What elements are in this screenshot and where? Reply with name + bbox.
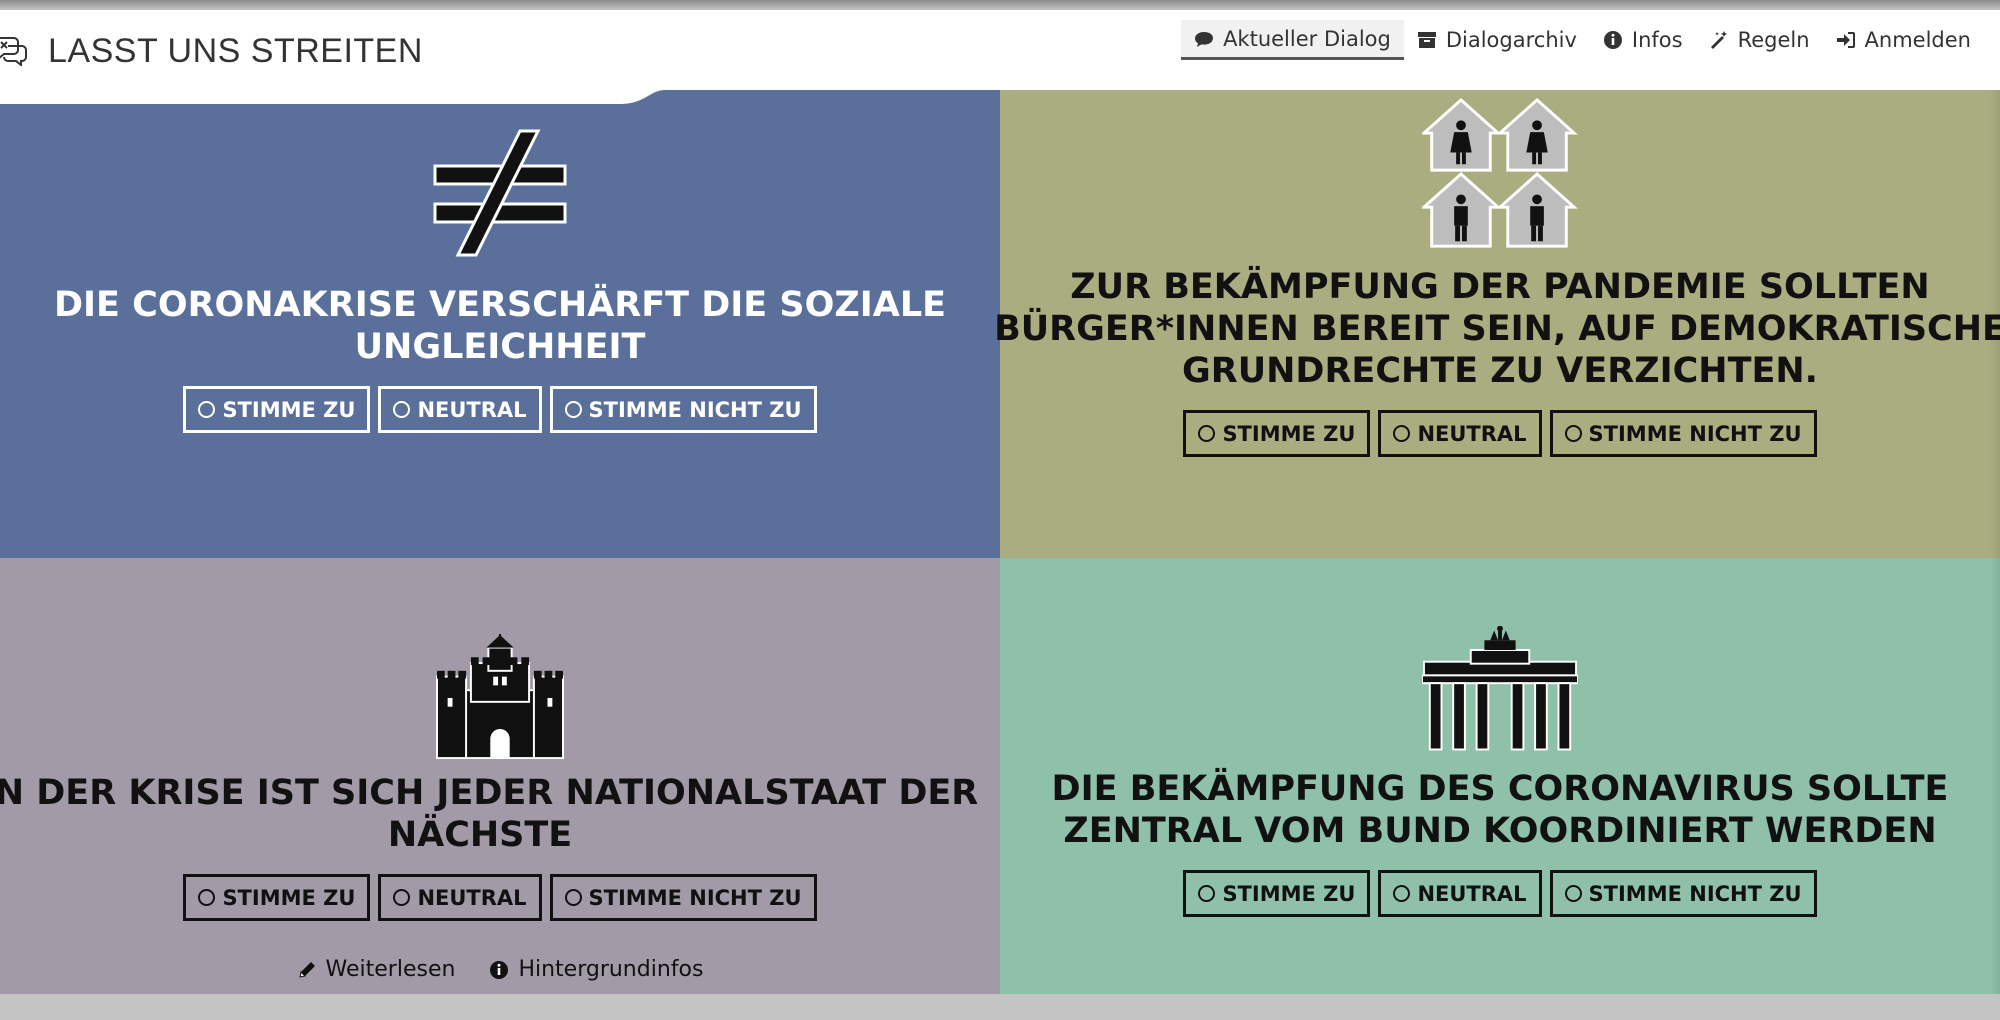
radio-circle: [1393, 425, 1411, 442]
vote-label: STIMME NICHT ZU: [1588, 421, 1802, 446]
thesis-title-line: GRUNDRECHTE ZU VERZICHTEN.: [1182, 351, 1818, 391]
vote-options: STIMME ZU NEUTRAL STIMME NICHT ZU: [183, 386, 817, 433]
radio-circle: [564, 401, 582, 418]
site-header: LASST UNS STREITEN Aktueller Dialog Dial…: [0, 10, 2000, 90]
vote-agree-button[interactable]: STIMME ZU: [183, 874, 371, 921]
vote-disagree-button[interactable]: STIMME NICHT ZU: [1549, 410, 1817, 457]
background-info-link[interactable]: Hintergrundinfos: [489, 957, 703, 982]
nav-regeln[interactable]: Regeln: [1696, 20, 1823, 60]
header-tab-notch: [0, 80, 700, 104]
radio-circle: [1198, 885, 1216, 902]
link-label: Hintergrundinfos: [518, 957, 704, 982]
vote-neutral-button[interactable]: NEUTRAL: [378, 874, 542, 921]
thesis-title-line: DIE BEKÄMPFUNG DES CORONAVIRUS SOLLTE: [1051, 769, 1949, 809]
thesis-title: ZUR BEKÄMPFUNG DER PANDEMIE SOLLTEN BÜRG…: [994, 266, 2000, 392]
vote-label: STIMME ZU: [222, 885, 356, 910]
vote-disagree-button[interactable]: STIMME NICHT ZU: [549, 874, 817, 921]
nav-anmelden[interactable]: Anmelden: [1823, 20, 1984, 60]
bottom-bar: [0, 994, 2000, 1020]
radio-circle: [198, 401, 216, 418]
nav-label: Anmelden: [1864, 28, 1971, 52]
thesis-card-3[interactable]: IN DER KRISE IST SICH JEDER NATIONALSTAA…: [0, 558, 1000, 994]
info-icon: [490, 960, 509, 979]
archive-icon: [1417, 32, 1436, 48]
nav-label: Infos: [1631, 28, 1683, 52]
vote-label: STIMME NICHT ZU: [1588, 881, 1802, 906]
thesis-title-line: NÄCHSTE: [387, 815, 573, 855]
main-nav: Aktueller Dialog Dialogarchiv Infos Rege…: [1181, 20, 1984, 60]
sign-in-icon: [1836, 32, 1855, 48]
radio-circle: [1564, 885, 1582, 902]
thesis-title-line: DIE CORONAKRISE VERSCHÄRFT DIE SOZIALE: [53, 285, 947, 325]
vote-options: STIMME ZU NEUTRAL STIMME NICHT ZU: [183, 874, 817, 921]
vote-agree-button[interactable]: STIMME ZU: [183, 386, 371, 433]
right-edge-shadow: [1990, 90, 2000, 994]
magic-wand-icon: [1710, 31, 1727, 49]
nav-aktueller-dialog[interactable]: Aktueller Dialog: [1181, 20, 1404, 60]
vote-agree-button[interactable]: STIMME ZU: [1183, 870, 1371, 917]
vote-label: NEUTRAL: [1417, 881, 1527, 906]
nav-infos[interactable]: Infos: [1590, 20, 1696, 60]
vote-label: STIMME ZU: [1222, 421, 1356, 446]
castle-icon: [436, 634, 564, 760]
link-label: Weiterlesen: [325, 957, 456, 982]
vote-agree-button[interactable]: STIMME ZU: [1183, 410, 1371, 457]
read-more-link[interactable]: Weiterlesen: [297, 957, 456, 982]
thesis-title: DIE CORONAKRISE VERSCHÄRFT DIE SOZIALE U…: [54, 284, 946, 368]
thesis-title-line: UNGLEICHHEIT: [354, 327, 646, 367]
thesis-title-line: BÜRGER*INNEN BEREIT SEIN, AUF DEMOKRATIS…: [994, 309, 2000, 349]
not-equal-icon: [433, 129, 567, 257]
vote-options: STIMME ZU NEUTRAL STIMME NICHT ZU: [1183, 870, 1817, 917]
brandenburg-gate-icon: [1422, 626, 1578, 751]
nav-label: Aktueller Dialog: [1223, 26, 1391, 51]
thesis-links: Weiterlesen Hintergrundinfos: [297, 957, 703, 982]
vote-label: NEUTRAL: [417, 397, 527, 422]
vote-label: STIMME NICHT ZU: [588, 397, 802, 422]
vote-disagree-button[interactable]: STIMME NICHT ZU: [549, 386, 817, 433]
thesis-title-line: ZENTRAL VOM BUND KOORDINIERT WERDEN: [1063, 811, 1937, 851]
pencil-icon: [298, 961, 315, 978]
thesis-card-4[interactable]: DIE BEKÄMPFUNG DES CORONAVIRUS SOLLTE ZE…: [1000, 558, 2000, 994]
vote-neutral-button[interactable]: NEUTRAL: [1378, 870, 1542, 917]
info-icon: [1603, 31, 1622, 49]
radio-circle: [1198, 425, 1216, 442]
thesis-title-line: IN DER KRISE IST SICH JEDER NATIONALSTAA…: [0, 773, 979, 813]
site-title[interactable]: LASST UNS STREITEN: [48, 32, 423, 71]
thesis-title: IN DER KRISE IST SICH JEDER NATIONALSTAA…: [0, 772, 978, 856]
radio-circle: [1393, 885, 1411, 902]
vote-label: STIMME NICHT ZU: [588, 885, 802, 910]
radio-circle: [1564, 425, 1582, 442]
radio-circle: [198, 889, 216, 906]
thesis-title: DIE BEKÄMPFUNG DES CORONAVIRUS SOLLTE ZE…: [1052, 768, 1949, 852]
vote-label: STIMME ZU: [1222, 881, 1356, 906]
nav-label: Regeln: [1737, 28, 1810, 52]
radio-circle: [564, 889, 582, 906]
comment-icon: [1195, 31, 1214, 47]
vote-options: STIMME ZU NEUTRAL STIMME NICHT ZU: [1183, 410, 1817, 457]
vote-disagree-button[interactable]: STIMME NICHT ZU: [1549, 870, 1817, 917]
vote-label: STIMME ZU: [222, 397, 356, 422]
vote-label: NEUTRAL: [417, 885, 527, 910]
vote-neutral-button[interactable]: NEUTRAL: [1378, 410, 1542, 457]
speech-bubbles-logo-icon: [0, 37, 27, 66]
thesis-title-line: ZUR BEKÄMPFUNG DER PANDEMIE SOLLTEN: [1070, 267, 1930, 307]
vote-neutral-button[interactable]: NEUTRAL: [378, 386, 542, 433]
radio-circle: [393, 889, 411, 906]
houses-people-icon: [1422, 97, 1578, 248]
nav-label: Dialogarchiv: [1445, 28, 1577, 52]
vote-label: NEUTRAL: [1417, 421, 1527, 446]
thesis-card-1[interactable]: DIE CORONAKRISE VERSCHÄRFT DIE SOZIALE U…: [0, 90, 1000, 558]
nav-dialogarchiv[interactable]: Dialogarchiv: [1404, 20, 1590, 60]
radio-circle: [393, 401, 411, 418]
thesis-card-2[interactable]: ZUR BEKÄMPFUNG DER PANDEMIE SOLLTEN BÜRG…: [994, 90, 2000, 558]
